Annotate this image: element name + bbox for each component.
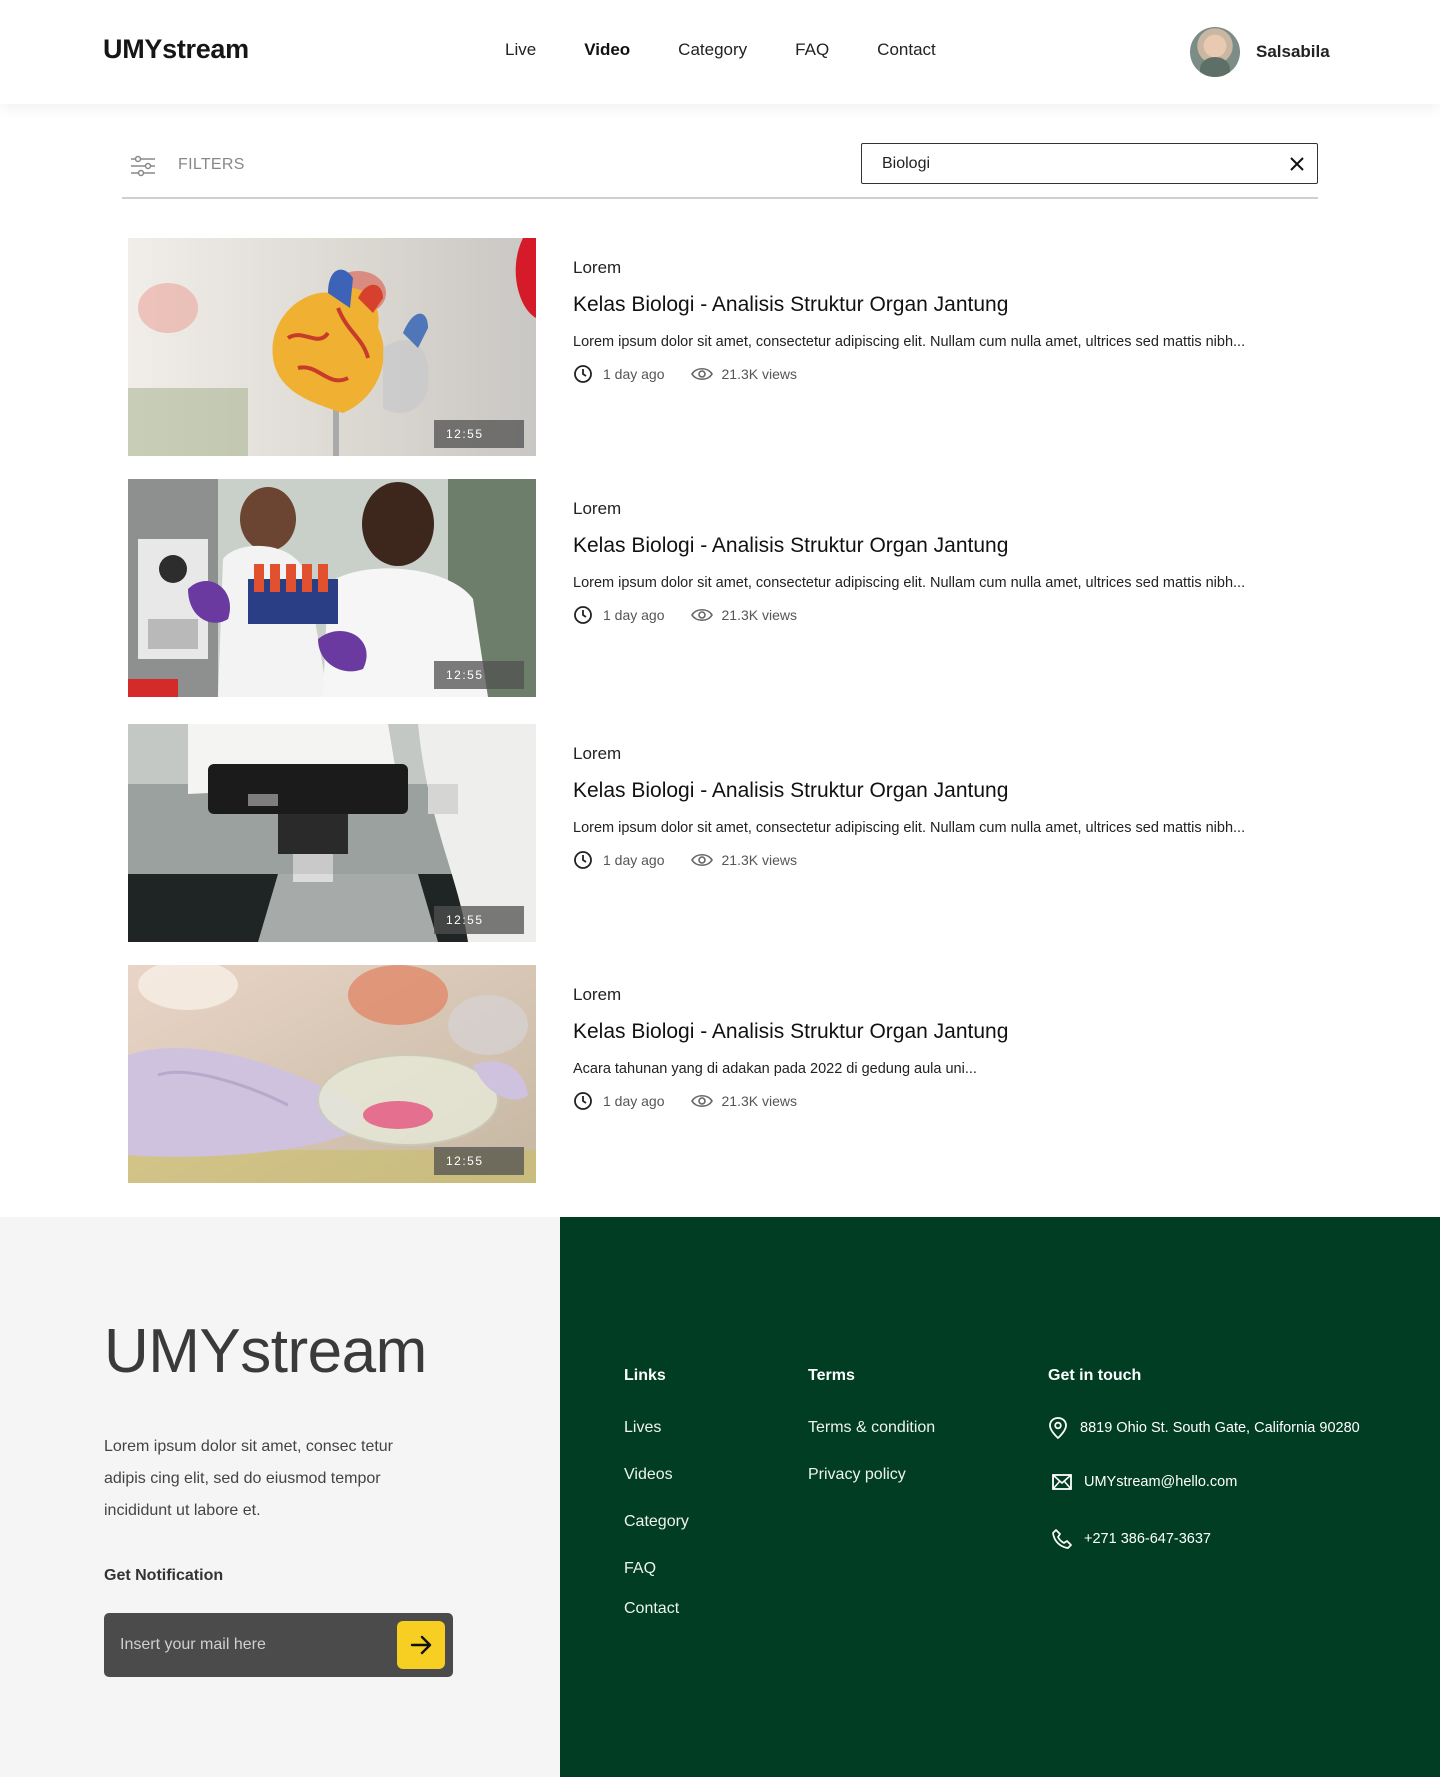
links-heading: Links — [624, 1367, 666, 1384]
nav-faq[interactable]: FAQ — [795, 40, 829, 60]
duration-badge: 12:55 — [434, 661, 524, 689]
video-meta: 1 day ago 21.3K views — [573, 364, 1318, 384]
contact-phone[interactable]: +271 386-647-3637 — [1052, 1529, 1211, 1549]
video-result[interactable]: 12:55 Lorem Kelas Biologi - Analisis Str… — [128, 724, 1318, 942]
video-info: Lorem Kelas Biologi - Analisis Struktur … — [573, 985, 1318, 1111]
video-description: Lorem ipsum dolor sit amet, consectetur … — [573, 820, 1246, 836]
clock-icon — [574, 365, 592, 383]
contact-address: 8819 Ohio St. South Gate, California 902… — [1048, 1417, 1360, 1439]
video-thumbnail[interactable]: 12:55 — [128, 724, 536, 942]
video-meta: 1 day ago 21.3K views — [573, 850, 1318, 870]
video-views: 21.3K views — [721, 607, 797, 623]
footer-link-terms[interactable]: Terms & condition — [808, 1419, 935, 1437]
phone-icon — [1052, 1529, 1072, 1549]
filter-bar: FILTERS — [122, 142, 1318, 199]
clock-icon — [574, 851, 592, 869]
eye-icon — [690, 608, 713, 622]
close-icon[interactable] — [1287, 154, 1307, 174]
video-time: 1 day ago — [603, 852, 665, 868]
top-navbar: UMYstream Live Video Category FAQ Contac… — [0, 0, 1440, 104]
email-text: UMYstream@hello.com — [1084, 1474, 1238, 1490]
footer-link-faq[interactable]: FAQ — [624, 1560, 689, 1578]
video-description: Acara tahunan yang di adakan pada 2022 d… — [573, 1061, 977, 1077]
video-time: 1 day ago — [603, 607, 665, 623]
video-title[interactable]: Kelas Biologi - Analisis Struktur Organ … — [573, 779, 1318, 803]
video-meta: 1 day ago 21.3K views — [573, 605, 1318, 625]
notification-title: Get Notification — [104, 1567, 224, 1584]
nav-video[interactable]: Video — [584, 40, 630, 60]
contact-heading: Get in touch — [1048, 1367, 1142, 1384]
address-text: 8819 Ohio St. South Gate, California 902… — [1080, 1420, 1360, 1436]
search-box — [861, 143, 1318, 184]
arrow-right-icon — [410, 1635, 432, 1655]
contact-email[interactable]: UMYstream@hello.com — [1052, 1474, 1237, 1490]
nav-contact[interactable]: Contact — [877, 40, 936, 60]
footer-terms-column: Terms Terms & condition Privacy policy — [808, 1367, 935, 1484]
sliders-icon[interactable] — [130, 154, 156, 178]
video-info: Lorem Kelas Biologi - Analisis Struktur … — [573, 499, 1318, 625]
video-time: 1 day ago — [603, 1093, 665, 1109]
duration-badge: 12:55 — [434, 906, 524, 934]
duration-badge: 12:55 — [434, 1147, 524, 1175]
video-thumbnail[interactable]: 12:55 — [128, 965, 536, 1183]
video-time: 1 day ago — [603, 366, 665, 382]
video-thumbnail[interactable]: 12:55 — [128, 238, 536, 456]
mail-icon — [1052, 1474, 1072, 1490]
footer-description: Lorem ipsum dolor sit amet, consec tetur… — [104, 1438, 394, 1519]
nav-live[interactable]: Live — [505, 40, 536, 60]
avatar[interactable] — [1190, 27, 1240, 77]
eye-icon — [690, 1094, 713, 1108]
user-name: Salsabila — [1256, 42, 1330, 61]
subscribe-button[interactable] — [397, 1621, 445, 1669]
video-views: 21.3K views — [721, 852, 797, 868]
video-title[interactable]: Kelas Biologi - Analisis Struktur Organ … — [573, 1020, 1318, 1044]
footer-logo[interactable]: UMYstream — [104, 1316, 427, 1387]
video-result[interactable]: 12:55 Lorem Kelas Biologi - Analisis Str… — [128, 238, 1318, 456]
search-input[interactable] — [882, 152, 1272, 176]
video-title[interactable]: Kelas Biologi - Analisis Struktur Organ … — [573, 534, 1318, 558]
duration-badge: 12:55 — [434, 420, 524, 448]
site-logo[interactable]: UMYstream — [103, 34, 249, 65]
footer-link-lives[interactable]: Lives — [624, 1419, 689, 1437]
phone-text: +271 386-647-3637 — [1084, 1531, 1211, 1547]
location-pin-icon — [1049, 1417, 1067, 1439]
footer-links: Links Lives Videos Category FAQ Contact … — [560, 1217, 1440, 1777]
user-menu[interactable]: Salsabila — [1190, 27, 1330, 77]
video-views: 21.3K views — [721, 366, 797, 382]
footer-link-videos[interactable]: Videos — [624, 1466, 689, 1484]
video-category: Lorem — [573, 985, 622, 1004]
video-category: Lorem — [573, 744, 622, 763]
video-title[interactable]: Kelas Biologi - Analisis Struktur Organ … — [573, 293, 1318, 317]
nav-category[interactable]: Category — [678, 40, 747, 60]
video-description: Lorem ipsum dolor sit amet, consectetur … — [573, 575, 1246, 591]
video-views: 21.3K views — [721, 1093, 797, 1109]
video-result[interactable]: 12:55 Lorem Kelas Biologi - Analisis Str… — [128, 479, 1318, 697]
footer-link-privacy[interactable]: Privacy policy — [808, 1466, 935, 1484]
newsletter-form — [104, 1613, 453, 1677]
clock-icon — [574, 1092, 592, 1110]
eye-icon — [690, 853, 713, 867]
footer-links-column: Links Lives Videos Category FAQ Contact — [624, 1367, 689, 1618]
video-category: Lorem — [573, 499, 622, 518]
terms-heading: Terms — [808, 1367, 855, 1384]
video-thumbnail[interactable]: 12:55 — [128, 479, 536, 697]
video-description: Lorem ipsum dolor sit amet, consectetur … — [573, 334, 1246, 350]
footer-contact-column: Get in touch 8819 Ohio St. South Gate, C… — [1048, 1367, 1428, 1587]
email-input[interactable] — [120, 1633, 380, 1657]
footer-link-category[interactable]: Category — [624, 1513, 689, 1531]
video-category: Lorem — [573, 258, 622, 277]
video-info: Lorem Kelas Biologi - Analisis Struktur … — [573, 744, 1318, 870]
main-nav: Live Video Category FAQ Contact — [505, 40, 984, 60]
video-info: Lorem Kelas Biologi - Analisis Struktur … — [573, 258, 1318, 384]
video-result[interactable]: 12:55 Lorem Kelas Biologi - Analisis Str… — [128, 965, 1318, 1183]
filters-label[interactable]: FILTERS — [178, 156, 245, 174]
eye-icon — [690, 367, 713, 381]
footer-about: UMYstream Lorem ipsum dolor sit amet, co… — [0, 1217, 560, 1777]
video-meta: 1 day ago 21.3K views — [573, 1091, 1318, 1111]
footer-link-contact[interactable]: Contact — [624, 1600, 689, 1618]
clock-icon — [574, 606, 592, 624]
